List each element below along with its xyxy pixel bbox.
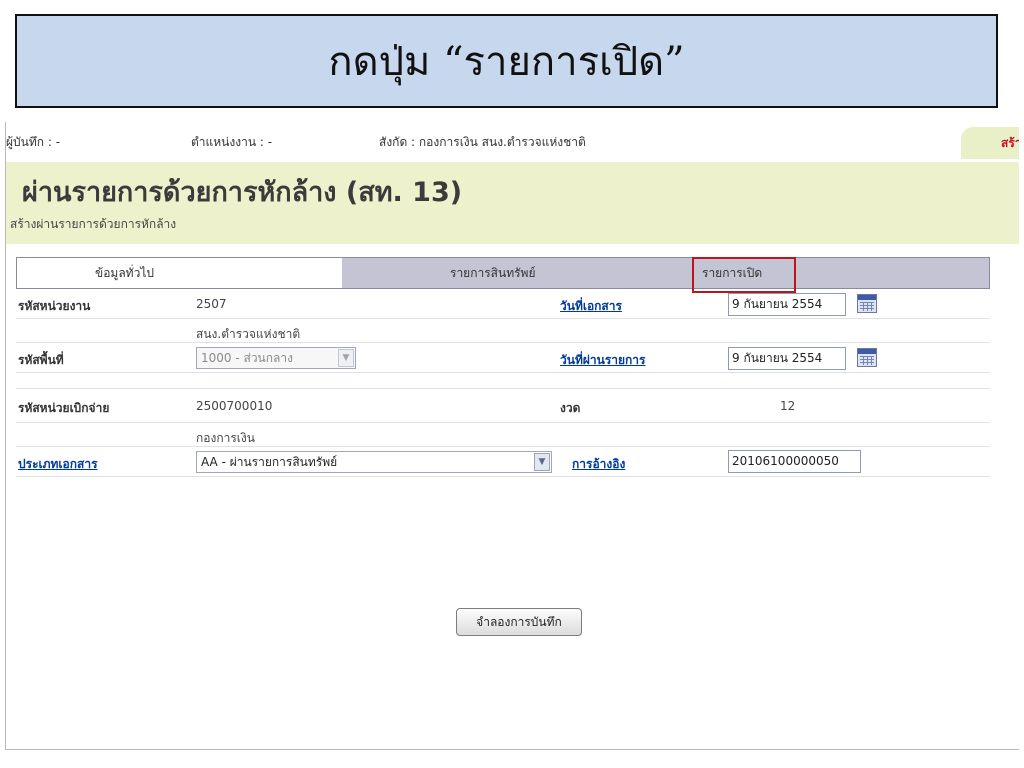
recorder-label: ผู้บันทึก : - (6, 135, 61, 149)
doc-date-field[interactable]: 9 กันยายน 2554 (728, 293, 846, 316)
tab-bar: ข้อมูลทั่วไป รายการสินทรัพย์ รายการเปิด (16, 257, 990, 293)
form-row-area: รหัสพื้นที่ 1000 - ส่วนกลาง ▼ วันที่ผ่าน… (16, 343, 990, 373)
unit-code-value: 2507 (196, 297, 227, 311)
open-items-highlight (692, 257, 796, 293)
simulate-save-button[interactable]: จำลองการบันทึก (456, 608, 582, 636)
doc-type-dropdown-icon: ▼ (534, 453, 550, 471)
posting-date-calendar-icon[interactable] (857, 348, 877, 367)
user-info-bar: ผู้บันทึก : - ตำแหน่งงาน : - สังกัด : กอ… (6, 122, 1019, 162)
tab-general-info[interactable]: ข้อมูลทั่วไป (17, 258, 342, 288)
create-tab[interactable]: สร้าง (961, 127, 1019, 159)
disburse-unit-name: กองการเงิน (196, 431, 255, 445)
tab-asset-items[interactable]: รายการสินทรัพย์ (342, 258, 684, 288)
affiliation-label: สังกัด : กองการเงิน สนง.ตำรวจแห่งชาติ (379, 135, 586, 149)
slide-title: กดปุ่ม “รายการเปิด” (15, 14, 998, 108)
area-code-label: รหัสพื้นที่ (18, 353, 64, 367)
form-row-unit-name: สนง.ตำรวจแห่งชาติ (16, 319, 990, 343)
posting-date-field[interactable]: 9 กันยายน 2554 (728, 347, 846, 370)
form-row-unit: รหัสหน่วยงาน 2507 วันที่เอกสาร 9 กันยายน… (16, 291, 990, 319)
form-row-disburse-name: กองการเงิน (16, 423, 990, 447)
tab-asset-items-label: รายการสินทรัพย์ (450, 265, 536, 280)
app-window: ผู้บันทึก : - ตำแหน่งงาน : - สังกัด : กอ… (5, 122, 1019, 750)
form-panel: ข้อมูลทั่วไป รายการสินทรัพย์ รายการเปิด … (6, 244, 1019, 749)
unit-code-label: รหัสหน่วยงาน (18, 299, 91, 313)
page-title: ผ่านรายการด้วยการหักล้าง (สท. 13) (22, 177, 463, 208)
area-code-select[interactable]: 1000 - ส่วนกลาง ▼ (196, 347, 356, 369)
form-row-spacer (16, 373, 990, 389)
period-label: งวด (560, 401, 581, 415)
doc-type-link[interactable]: ประเภทเอกสาร (18, 455, 98, 474)
area-code-dropdown-icon: ▼ (338, 349, 354, 367)
doc-type-select[interactable]: AA - ผ่านรายการสินทรัพย์ ▼ (196, 451, 552, 473)
disburse-unit-value: 2500700010 (196, 399, 273, 413)
doc-date-calendar-icon[interactable] (857, 294, 877, 313)
tab-general-info-label: ข้อมูลทั่วไป (95, 265, 154, 280)
page-subtitle: สร้างผ่านรายการด้วยการหักล้าง (10, 217, 177, 231)
form-row-disburse: รหัสหน่วยเบิกจ่าย 2500700010 งวด 12 (16, 389, 990, 423)
reference-link[interactable]: การอ้างอิง (572, 455, 625, 474)
area-code-value: 1000 - ส่วนกลาง (201, 351, 293, 365)
page-header: ผ่านรายการด้วยการหักล้าง (สท. 13) สร้างผ… (6, 162, 1019, 244)
form-row-doctype: ประเภทเอกสาร AA - ผ่านรายการสินทรัพย์ ▼ … (16, 447, 990, 477)
position-label: ตำแหน่งงาน : - (191, 135, 273, 149)
reference-field[interactable]: 20106100000050 (728, 450, 861, 473)
doc-date-link[interactable]: วันที่เอกสาร (560, 297, 622, 316)
posting-date-link[interactable]: วันที่ผ่านรายการ (560, 351, 646, 370)
doc-type-value: AA - ผ่านรายการสินทรัพย์ (201, 455, 338, 469)
disburse-unit-label: รหัสหน่วยเบิกจ่าย (18, 401, 110, 415)
unit-name-value: สนง.ตำรวจแห่งชาติ (196, 327, 301, 341)
period-value: 12 (780, 399, 796, 413)
